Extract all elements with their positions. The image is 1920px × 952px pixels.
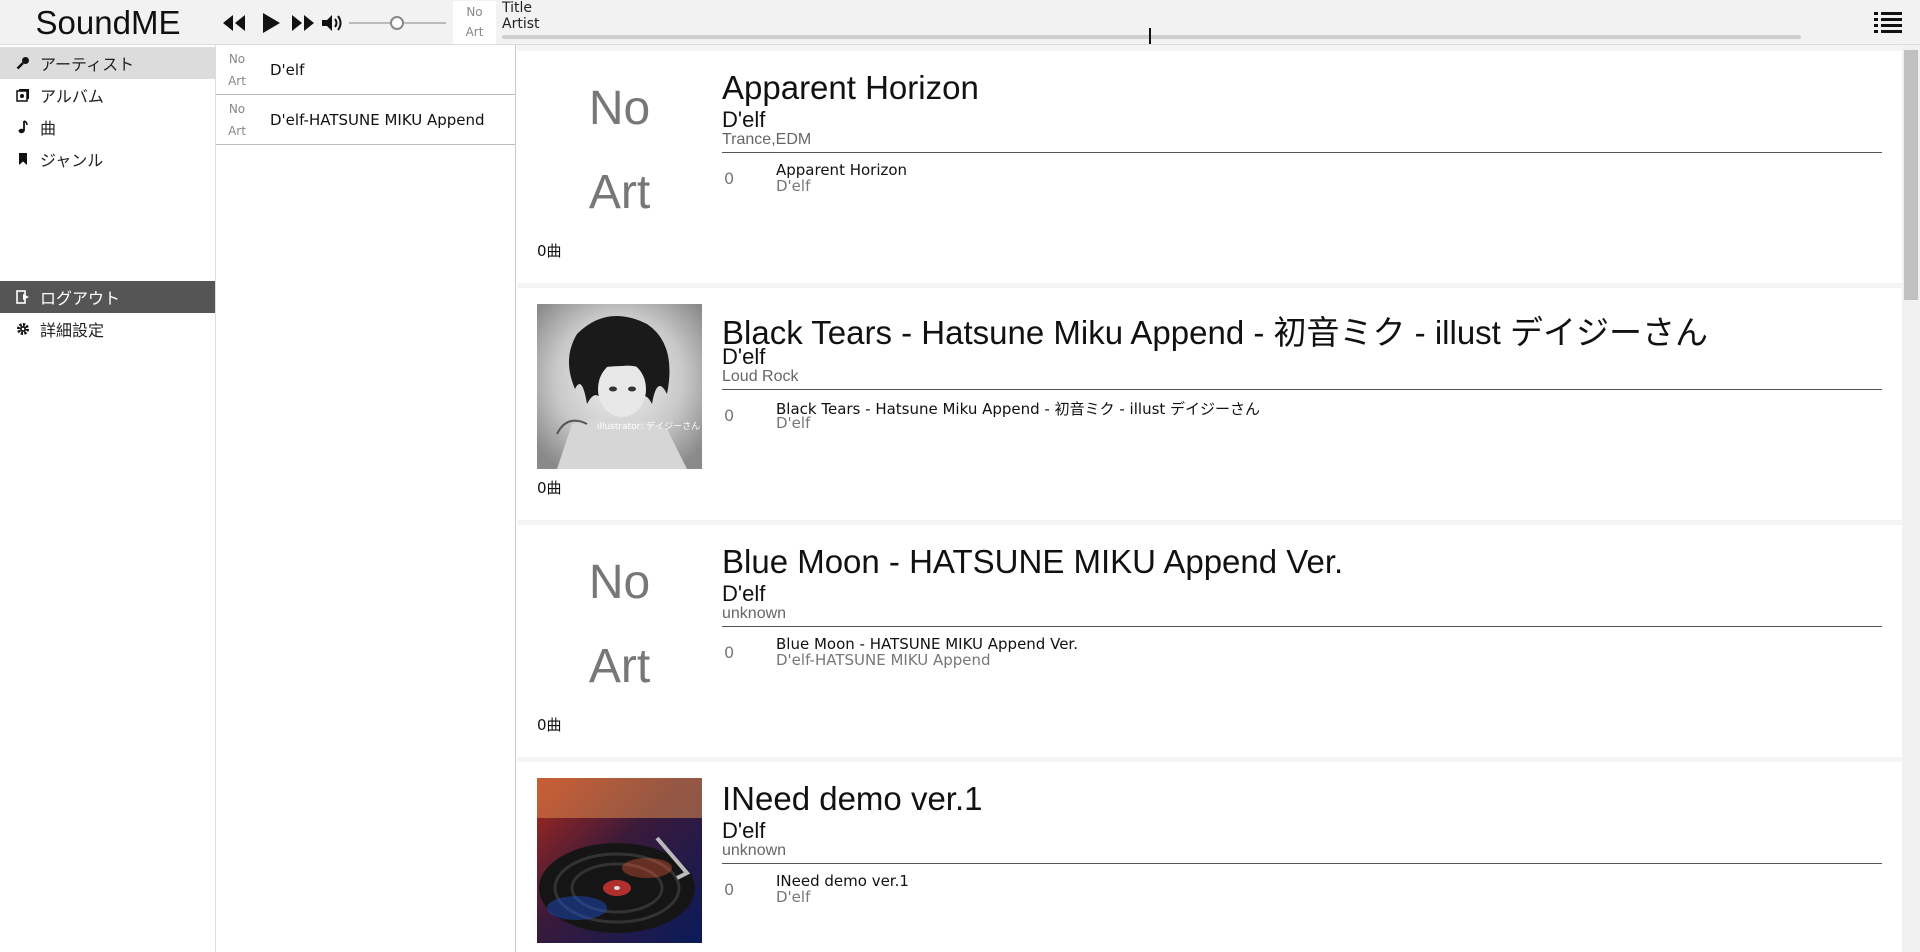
album-divider (722, 152, 1882, 153)
now-playing-artist: Artist (502, 16, 540, 32)
album-genre: unknown (722, 842, 787, 859)
fast-forward-button[interactable] (289, 9, 317, 37)
artist-art-placeholder: No Art (216, 46, 258, 94)
track-artist: D'elf-HATSUNE MIKU Append (776, 651, 991, 669)
album-track-count: 0曲 (537, 479, 562, 497)
sidebar-item-label: 曲 (40, 119, 57, 138)
track-number: 0 (724, 880, 735, 899)
rewind-button[interactable] (220, 9, 248, 37)
track-row[interactable]: 0 Apparent Horizon D'elf (722, 161, 1882, 201)
fast-forward-icon (292, 15, 314, 31)
placeholder-art: Art (228, 73, 246, 88)
volume-slider-knob[interactable] (390, 16, 404, 30)
sidebar-item-genres[interactable]: ジャンル (0, 143, 215, 175)
seek-bar[interactable] (502, 35, 1801, 39)
now-playing-art: No Art (453, 1, 496, 44)
track-number: 0 (724, 406, 735, 425)
album-icon (14, 86, 32, 104)
album-cover-image[interactable]: illustrator: デイジーさん (537, 304, 702, 469)
album-cover-placeholder[interactable]: No Art (537, 67, 702, 232)
artist-list: No Art D'elf No Art D'elf-HATSUNE MIKU A… (216, 45, 516, 952)
album-title[interactable]: Blue Moon - HATSUNE MIKU Append Ver. (722, 543, 1343, 581)
cover-caption: illustrator: デイジーさん (597, 420, 700, 432)
seek-handle[interactable] (1149, 28, 1151, 44)
sidebar-item-label: アーティスト (40, 55, 135, 74)
placeholder-no: No (588, 82, 651, 135)
album-genre: Loud Rock (722, 368, 799, 385)
album-divider (722, 626, 1882, 627)
album-artist[interactable]: D'elf (722, 818, 765, 844)
artist-art-placeholder: No Art (216, 96, 258, 144)
album-divider (722, 389, 1882, 390)
art-placeholder-no: No (466, 5, 483, 19)
sidebar-item-label: 詳細設定 (40, 321, 105, 340)
sidebar-item-label: ログアウト (40, 289, 121, 308)
album-title[interactable]: INeed demo ver.1 (722, 780, 983, 818)
track-row[interactable]: 0 Blue Moon - HATSUNE MIKU Append Ver. D… (722, 635, 1882, 675)
album-artist[interactable]: D'elf (722, 581, 765, 607)
artist-name: D'elf (270, 60, 305, 79)
track-artist: D'elf (776, 414, 811, 432)
playlist-menu-button[interactable] (1872, 8, 1904, 38)
artist-name: D'elf-HATSUNE MIKU Append (270, 110, 485, 129)
sidebar-item-settings[interactable]: 詳細設定 (0, 313, 215, 345)
track-number: 0 (724, 643, 735, 662)
track-artist: D'elf (776, 177, 811, 195)
album-card: No Art 0曲 Blue Moon - HATSUNE MIKU Appen… (517, 525, 1902, 757)
art-placeholder-art: Art (465, 25, 484, 39)
logout-icon (14, 288, 32, 306)
play-icon (263, 13, 280, 33)
list-item[interactable]: No Art D'elf (216, 45, 515, 95)
gear-icon (14, 320, 32, 338)
placeholder-art: Art (588, 166, 651, 219)
sidebar-item-label: ジャンル (40, 151, 104, 170)
placeholder-art: Art (228, 123, 246, 138)
app-logo[interactable]: SoundME (0, 0, 216, 45)
track-row[interactable]: 0 Black Tears - Hatsune Miku Append - 初音… (722, 398, 1882, 438)
volume-icon (322, 15, 342, 31)
placeholder-no: No (228, 51, 246, 66)
sidebar-nav: アーティスト アルバム 曲 ジャンル ログアウト 詳細設定 (0, 45, 216, 952)
sidebar-item-logout[interactable]: ログアウト (0, 281, 215, 313)
bookmark-icon (14, 150, 32, 168)
sidebar-item-artists[interactable]: アーティスト (0, 47, 215, 79)
rewind-icon (223, 15, 245, 31)
placeholder-art: Art (588, 640, 651, 693)
album-card: 1曲 INeed demo ver.1 D'elf unknown 0 INee… (517, 762, 1902, 952)
album-track-count: 0曲 (537, 716, 562, 734)
volume-button[interactable] (318, 9, 346, 37)
sidebar-item-label: アルバム (40, 87, 104, 106)
scrollbar-thumb[interactable] (1904, 50, 1918, 300)
play-button[interactable] (257, 9, 285, 37)
album-title[interactable]: Apparent Horizon (722, 69, 979, 107)
microphone-icon (14, 54, 32, 72)
album-card: illustrator: デイジーさん 0曲 Black Tears - Hat… (517, 288, 1902, 520)
music-note-icon (14, 118, 32, 136)
top-bar: SoundME No Art Title Artist (0, 0, 1920, 45)
sidebar-item-albums[interactable]: アルバム (0, 79, 215, 111)
album-genre: Trance,EDM (722, 131, 812, 148)
track-row[interactable]: 0 INeed demo ver.1 D'elf (722, 872, 1882, 912)
album-title[interactable]: Black Tears - Hatsune Miku Append - 初音ミク… (722, 306, 1708, 354)
placeholder-no: No (588, 556, 651, 609)
album-artist[interactable]: D'elf (722, 107, 765, 133)
list-item[interactable]: No Art D'elf-HATSUNE MIKU Append (216, 95, 515, 145)
album-artist[interactable]: D'elf (722, 344, 765, 370)
album-panel: No Art 0曲 Apparent Horizon D'elf Trance,… (517, 45, 1902, 952)
track-title: Black Tears - Hatsune Miku Append - 初音ミク… (776, 400, 1261, 418)
track-artist: D'elf (776, 888, 811, 906)
track-number: 0 (724, 169, 735, 188)
album-genre: unknown (722, 605, 787, 622)
sidebar-item-songs[interactable]: 曲 (0, 111, 215, 143)
list-menu-icon (1874, 12, 1902, 33)
album-card: No Art 0曲 Apparent Horizon D'elf Trance,… (517, 51, 1902, 283)
now-playing-title: Title (502, 0, 533, 16)
album-cover-image[interactable] (537, 778, 702, 943)
placeholder-no: No (228, 101, 246, 116)
album-track-count: 0曲 (537, 242, 562, 260)
album-divider (722, 863, 1882, 864)
album-cover-placeholder[interactable]: No Art (537, 541, 702, 706)
